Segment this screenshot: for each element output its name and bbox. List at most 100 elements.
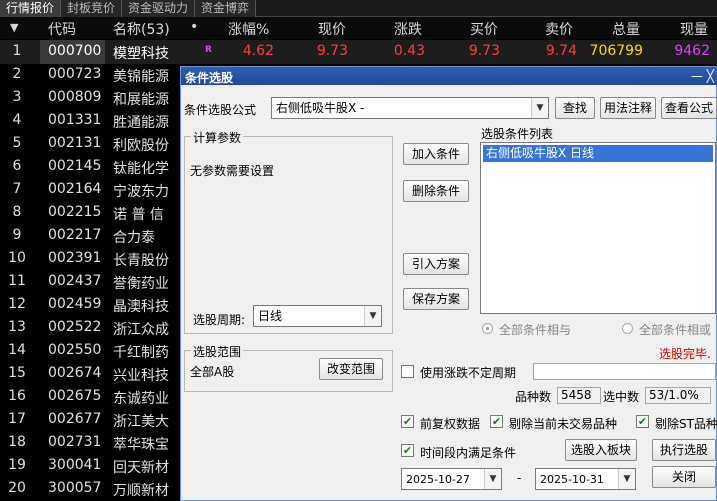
col-change-pct[interactable]: 涨幅%: [228, 19, 269, 39]
period-value: 日线: [258, 309, 283, 323]
tab-quotes[interactable]: 行情报价: [0, 0, 62, 17]
chevron-down-icon[interactable]: ▼: [484, 469, 501, 489]
exclude-st-checkbox[interactable]: ✔: [636, 415, 649, 428]
import-plan-button[interactable]: 引入方案: [403, 253, 469, 275]
date-to-picker[interactable]: 2025-10-31 ▼: [535, 468, 636, 490]
variable-period-checkbox[interactable]: [401, 365, 414, 378]
chevron-down-icon[interactable]: ▼: [618, 469, 635, 489]
add-condition-button[interactable]: 加入条件: [403, 143, 469, 165]
row-name: 浙江众成: [113, 322, 169, 338]
condition-list[interactable]: 右侧低吸牛股X 日线: [480, 142, 716, 314]
row-name: 晶澳科技: [113, 299, 169, 315]
to-board-button[interactable]: 选股入板块: [565, 439, 637, 461]
table-row[interactable]: 18 002731 萃华珠宝: [0, 432, 180, 455]
scope-group-label: 选股范围: [191, 343, 244, 360]
row-code: 002674: [48, 365, 102, 381]
selected-value: 53/1.0%: [645, 387, 711, 404]
usage-note-button[interactable]: 用法注释: [600, 97, 656, 119]
change-scope-button[interactable]: 改变范围: [319, 358, 383, 380]
row-code: 002131: [48, 135, 102, 151]
table-row[interactable]: 20 300057 万顺新材: [0, 478, 180, 501]
row-code: 002675: [48, 388, 102, 404]
time-range-label: 时间段内满足条件: [420, 446, 517, 460]
view-formula-button[interactable]: 查看公式: [661, 97, 717, 119]
variable-period-input[interactable]: [533, 363, 716, 380]
table-header: ▼ 代码 名称(53) • 涨幅% 现价 涨跌 买价 卖价 总量 现量: [0, 17, 717, 39]
radio-all-or-label: 全部条件相或: [639, 323, 712, 337]
table-row[interactable]: 13 002522 浙江众成: [0, 317, 180, 340]
table-row[interactable]: 6 002145 钛能化学: [0, 156, 180, 179]
row-code: 002391: [48, 250, 102, 266]
row-index: 9: [12, 227, 22, 243]
chevron-down-icon[interactable]: ▼: [364, 306, 381, 326]
radio-all-or[interactable]: [622, 323, 633, 334]
table-row[interactable]: 11 002437 誉衡药业: [0, 271, 180, 294]
row-code: 002164: [48, 181, 102, 197]
col-code[interactable]: 代码: [48, 19, 76, 39]
col-change[interactable]: 涨跌: [394, 19, 422, 39]
table-row[interactable]: 7 002164 宁波东力: [0, 179, 180, 202]
table-row[interactable]: 1 000700 模塑科技 R 4.62 9.73 0.43 9.73 9.74…: [0, 40, 717, 64]
period-label: 选股周期:: [193, 313, 246, 327]
table-row[interactable]: 3 000809 和展能源: [0, 87, 180, 110]
chevron-down-icon[interactable]: ▼: [531, 98, 548, 118]
col-bid[interactable]: 买价: [470, 19, 498, 39]
tab-capital-game[interactable]: 资金博弈: [195, 0, 257, 17]
formula-select[interactable]: 右侧低吸牛股X - ▼: [271, 97, 549, 119]
time-range-checkbox[interactable]: ✔: [401, 444, 414, 457]
col-cur-volume[interactable]: 现量: [680, 19, 708, 39]
table-row[interactable]: 2 000723 美锦能源: [0, 64, 180, 87]
dialog-title: 条件选股: [185, 71, 234, 85]
table-row[interactable]: 5 002131 利欧股份: [0, 133, 180, 156]
condition-select-dialog: 条件选股 — ╳ 条件选股公式 右侧低吸牛股X - ▼ 查找 用法注释 查看公式…: [180, 66, 717, 501]
variable-period-label: 使用涨跌不定周期: [420, 366, 517, 380]
tab-capital-drive[interactable]: 资金驱动力: [122, 0, 196, 17]
exclude-untraded-checkbox[interactable]: ✔: [490, 415, 503, 428]
table-row[interactable]: 9 002217 合力泰: [0, 225, 180, 248]
adjusted-data-checkbox[interactable]: ✔: [401, 415, 414, 428]
table-row[interactable]: 12 002459 晶澳科技: [0, 294, 180, 317]
table-row[interactable]: 17 002677 浙江美大: [0, 409, 180, 432]
col-name[interactable]: 名称(53): [113, 19, 170, 39]
delete-condition-button[interactable]: 删除条件: [403, 180, 469, 202]
table-row[interactable]: 16 002675 东诚药业: [0, 386, 180, 409]
row-index: 13: [8, 319, 26, 335]
row-name: 千红制药: [113, 345, 169, 361]
row-index: 20: [8, 480, 26, 496]
rzrq-tag: R: [205, 45, 212, 55]
table-row[interactable]: 4 001331 胜通能源: [0, 110, 180, 133]
row-code: 002215: [48, 204, 102, 220]
tab-seal-bidding[interactable]: 封板竞价: [61, 0, 123, 17]
table-row[interactable]: 14 002550 千红制药: [0, 340, 180, 363]
col-price[interactable]: 现价: [318, 19, 346, 39]
sort-down-icon[interactable]: ▼: [10, 21, 18, 34]
scope-group: 选股范围 全部A股 改变范围: [184, 343, 393, 392]
save-plan-button[interactable]: 保存方案: [403, 288, 469, 310]
table-row[interactable]: 10 002391 长青股份: [0, 248, 180, 271]
find-button[interactable]: 查找: [555, 97, 595, 119]
row-index: 12: [8, 296, 26, 312]
dialog-titlebar[interactable]: 条件选股 — ╳: [181, 67, 717, 85]
params-text: 无参数需要设置: [190, 164, 275, 178]
exclude-st-label: 剔除ST品种: [655, 417, 717, 431]
row-index: 11: [8, 273, 26, 289]
list-item[interactable]: 右侧低吸牛股X 日线: [483, 145, 713, 162]
table-row[interactable]: 15 002674 兴业科技: [0, 363, 180, 386]
col-volume[interactable]: 总量: [612, 19, 640, 39]
window-controls[interactable]: — ╳: [691, 69, 714, 83]
row-change: 0.43: [393, 43, 425, 59]
row-name: 和展能源: [113, 92, 169, 108]
table-row[interactable]: 8 002215 诺 普 信: [0, 202, 180, 225]
radio-all-and[interactable]: [482, 323, 493, 334]
col-ask[interactable]: 卖价: [545, 19, 573, 39]
close-button[interactable]: 关闭: [652, 466, 716, 488]
row-bid: 9.73: [468, 43, 500, 59]
params-group-label: 计算参数: [191, 129, 244, 146]
row-code: 002437: [48, 273, 102, 289]
table-row[interactable]: 19 300041 回天新材: [0, 455, 180, 478]
period-select[interactable]: 日线 ▼: [253, 305, 382, 327]
execute-button[interactable]: 执行选股: [652, 439, 716, 461]
date-from-picker[interactable]: 2025-10-27 ▼: [401, 468, 502, 490]
date-separator: -: [517, 471, 522, 485]
row-index: 16: [8, 388, 26, 404]
